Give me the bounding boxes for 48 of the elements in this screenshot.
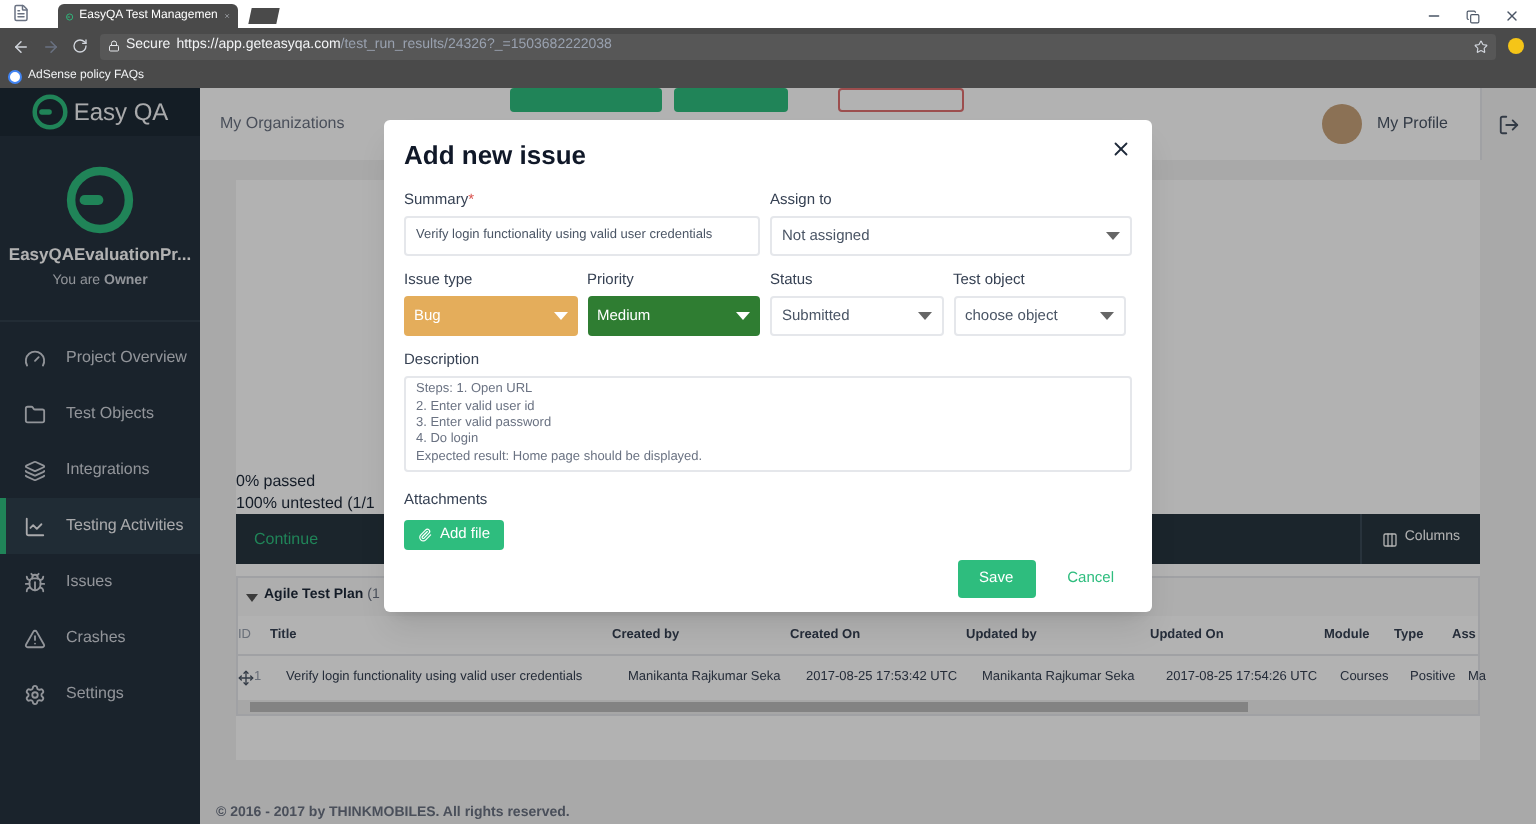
sidebar-item[interactable]: Crashes bbox=[0, 610, 200, 667]
close-icon[interactable] bbox=[1110, 138, 1132, 160]
caret-icon bbox=[553, 312, 567, 320]
logo-icon bbox=[31, 94, 68, 130]
chart-icon bbox=[24, 515, 46, 538]
columns-icon bbox=[1382, 531, 1399, 547]
sidebar-item[interactable]: Settings bbox=[0, 666, 200, 723]
sidebar-item[interactable]: Integrations bbox=[0, 442, 200, 499]
paperclip-icon bbox=[418, 527, 432, 542]
restore-icon[interactable] bbox=[1466, 9, 1480, 23]
caret-icon bbox=[1106, 231, 1120, 240]
sidebar-item[interactable]: Issues bbox=[0, 554, 200, 611]
horizontal-scrollbar[interactable] bbox=[238, 700, 1478, 714]
progress-text: 0% passed bbox=[236, 470, 316, 492]
logo-icon bbox=[66, 9, 74, 23]
sidebar-item[interactable]: Project Overview bbox=[0, 330, 200, 387]
drag-handle-icon[interactable] bbox=[238, 670, 254, 686]
logo-text: Easy QA bbox=[73, 96, 169, 130]
sidebar-item[interactable]: Testing Activities bbox=[0, 498, 200, 555]
extension-icon[interactable] bbox=[1508, 38, 1524, 54]
expand-caret-icon[interactable] bbox=[246, 591, 258, 603]
dialog-title: Add new issue bbox=[404, 138, 587, 174]
gauge-icon bbox=[24, 347, 46, 370]
back-icon[interactable] bbox=[12, 37, 30, 55]
sidebar-item[interactable]: Test Objects bbox=[0, 386, 200, 443]
progress-text: 100% untested (1/1 bbox=[236, 492, 375, 514]
google-icon bbox=[8, 69, 22, 83]
logo-icon bbox=[66, 166, 134, 234]
logout-icon[interactable] bbox=[1498, 113, 1520, 135]
project-name: EasyQAEvaluationPr... bbox=[8, 242, 192, 268]
warning-icon bbox=[24, 627, 46, 650]
layers-icon bbox=[24, 459, 46, 482]
lock-icon bbox=[108, 40, 120, 52]
bookmark-star-icon[interactable] bbox=[1474, 39, 1488, 53]
profile-link[interactable]: My Profile bbox=[1376, 112, 1448, 136]
new-tab-button[interactable] bbox=[248, 8, 280, 24]
caret-icon bbox=[1100, 312, 1114, 320]
bug-icon bbox=[24, 571, 46, 594]
reload-icon[interactable] bbox=[72, 38, 88, 54]
caret-icon bbox=[736, 312, 750, 320]
toolbar-button[interactable] bbox=[838, 88, 965, 112]
nav-link[interactable]: My Organizations bbox=[220, 112, 345, 136]
settings-icon bbox=[24, 683, 46, 706]
continue-button[interactable]: Continue bbox=[236, 527, 319, 551]
browser-menu-icon[interactable] bbox=[12, 4, 30, 22]
folder-icon bbox=[24, 403, 46, 426]
close-icon[interactable] bbox=[1504, 8, 1520, 24]
caret-icon bbox=[917, 312, 931, 320]
